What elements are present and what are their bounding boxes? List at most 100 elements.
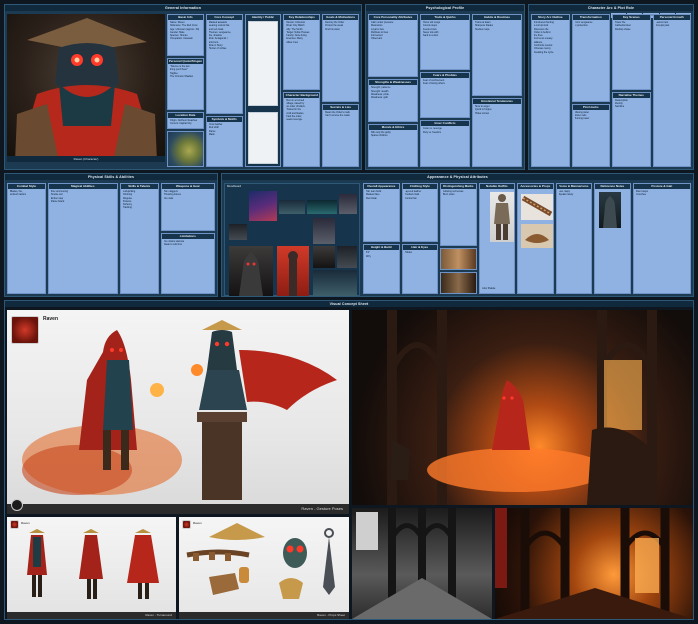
panel-title: Character Arc & Plot Role <box>529 5 693 11</box>
pouch-art <box>525 234 550 243</box>
basic-info-lines: Name: Raven Nickname: The Red Crow Age: … <box>170 21 200 41</box>
posture-card: Posture & Gait Silent steps Crouches <box>632 183 692 294</box>
goals-card: Goals & Motivations Destroy the Order Pr… <box>322 14 359 102</box>
moodboard-image <box>249 191 277 221</box>
cathedral-scene-art <box>387 310 657 505</box>
moodboard-image <box>229 224 247 240</box>
magical-abilities-card: Magical Abilities Fire summoning Smoke v… <box>47 183 118 294</box>
transformation-card: Transformation From vengeance to protect… <box>571 14 610 102</box>
gesture-art <box>22 320 337 500</box>
panel-title: Physical Skills & Abilities <box>5 174 217 180</box>
cathedral-fire-scene <box>352 310 693 505</box>
studio-logo-icon <box>11 499 23 511</box>
mood-tower-art <box>288 251 298 296</box>
background-card: Character Background Born in a burned vi… <box>283 91 321 167</box>
moodboard-title: Moodboard <box>227 184 242 188</box>
key-scenes-card: Key Scenes Tower fire Cathedral duel Roo… <box>612 14 651 90</box>
moodboard-image <box>337 246 357 268</box>
props-caption-bar: Raven - Props Sheet <box>179 612 349 619</box>
turnaround-art <box>27 529 159 599</box>
outfits-card: Notable Outfits Color Palette <box>478 183 516 294</box>
appearance-panel: Appearance & Physical Attributes Moodboa… <box>221 173 694 297</box>
warm-hall-scene <box>495 508 693 619</box>
identity-image-slot-top <box>247 21 279 106</box>
belt-art <box>521 195 553 217</box>
emotional-card: Emotional Tendencies Slow to anger Quick… <box>472 98 522 167</box>
story-arc-card: Story Arc Outline Introduced hunting a c… <box>531 14 570 167</box>
panel-title: General Information <box>5 5 361 11</box>
voice-mannerisms-card: Voice & Mannerisms Low, raspy Speaks rar… <box>555 183 593 294</box>
panel-title: Psychological Profile <box>366 5 524 11</box>
visual-concept-panel: Visual Concept Sheet Raven Raven - Gestu… <box>4 300 694 620</box>
portrait-illustration <box>15 18 157 162</box>
core-concept-card: Core Concept Masked assassin wearing con… <box>205 14 243 114</box>
notes-card: Personal Quote/Slogan "Silence is the la… <box>167 58 204 110</box>
secrets-card: Secrets & Lies Bears the Order's mark Ca… <box>322 103 359 167</box>
warm-hall-art <box>495 508 693 619</box>
mood-figure-art <box>239 252 263 296</box>
gesture-caption-bar: Raven - Gesture Poses <box>7 504 349 514</box>
combat-style-card: Combat Style Blades, fire, ambush tactic… <box>7 183 46 294</box>
accessories-card: Accessories & Props <box>517 183 554 294</box>
height-build-card: Height & Build 6'1" Wiry <box>363 244 400 294</box>
relationships-card: Key Relationships Mentor: Unknown Rival:… <box>283 14 321 90</box>
character-arc-panel: Character Arc & Plot Role Intro Act I Ac… <box>528 4 694 170</box>
moodboard-image <box>313 270 357 296</box>
morals-card: Morals & Ethics Kills only the guilty Sp… <box>368 124 418 167</box>
identity-card: Identity / Public Persona <box>244 14 282 167</box>
turnaround-caption: Raven - Turnaround <box>145 613 172 617</box>
color-swatch-strip <box>440 247 477 270</box>
gesture-poses-sheet: Raven Raven - Gesture Poses <box>7 310 349 514</box>
limitations-card: Limitations Fire drains stamina Weak to … <box>160 232 215 294</box>
plot-hooks-card: Plot Hooks Missing sister Stolen relic B… <box>571 103 610 167</box>
moodboard-image <box>339 194 357 214</box>
location-card: Location Data Origin: Northern Reaches C… <box>167 111 204 130</box>
strengths-card: Strengths & Weaknesses Strength: patienc… <box>368 79 418 123</box>
greyscale-hall-art <box>352 508 492 619</box>
character-portrait: Raven (Character) <box>7 14 165 162</box>
growth-card: Personal Growth Learns trust Accepts pas… <box>652 14 691 167</box>
values-card: Inner Conflicts Code vs. revenge Duty vs… <box>420 120 470 167</box>
turnaround-caption-bar: Raven - Turnaround <box>7 612 176 619</box>
fears-card: Fears & Phobias Fear of confinement Fear… <box>420 71 470 119</box>
distinguishing-marks-card: Distinguishing Marks Glowing red lenses … <box>440 183 477 246</box>
location-map <box>167 131 204 167</box>
basic-info-card: Basic Info Name: Raven Nickname: The Red… <box>167 14 204 57</box>
physical-skills-panel: Physical Skills & Abilities Combat Style… <box>4 173 218 297</box>
overall-appearance-card: Overall Appearance Tall, lean build Mask… <box>363 183 400 243</box>
themes-card: Narrative Themes Redemption Identity Sac… <box>612 91 651 167</box>
identity-image-slot-bottom <box>247 111 279 164</box>
habits-card: Habits & Routines Trains at dawn Sharpen… <box>472 14 522 97</box>
gesture-caption: Raven - Gesture Poses <box>301 506 343 511</box>
props-caption: Raven - Props Sheet <box>317 613 345 617</box>
panel-title: Visual Concept Sheet <box>5 301 693 307</box>
moodboard-image <box>313 246 335 268</box>
reference-image <box>599 192 622 228</box>
panel-title: Appearance & Physical Attributes <box>222 174 693 180</box>
props-art <box>186 523 335 599</box>
hair-eyes-card: Hair & Eyes Hidden <box>401 244 439 294</box>
props-sheet: Raven Raven - Props Sheet <box>179 517 349 619</box>
accessory-image-pouch <box>521 224 553 248</box>
outfit-figure-art <box>493 194 510 240</box>
outfit-reference-image <box>489 192 514 242</box>
portrait-caption: Raven (Character) <box>7 156 165 162</box>
moodboard-image <box>229 246 273 296</box>
clothing-card: Clothing Style Layered leather Hooded cl… <box>401 183 439 243</box>
psych-profile-panel: Psychological Profile Core Personality A… <box>365 4 525 170</box>
weapons-card: Weapons & Gear Twin daggers Throwing kni… <box>160 183 215 231</box>
texture-swatch-strip <box>440 271 477 294</box>
symbols-card: Symbols & Motifs Crow feather Red cloth … <box>205 116 243 167</box>
greyscale-hall-scene <box>352 508 492 619</box>
personality-card: Core Personality Attributes Calm under p… <box>368 14 418 78</box>
moodboard-image <box>307 200 337 214</box>
traits-card: Traits & Quirks Hums old songs Counts st… <box>420 14 470 70</box>
moodboard-image <box>277 246 309 296</box>
general-info-panel: General Information Raven (Character) Ba… <box>4 4 362 170</box>
reference-figure-art <box>603 196 618 228</box>
moodboard-image <box>313 218 335 244</box>
skills-talents-card: Skills & Talents Lockpicking Climbing Di… <box>119 183 159 294</box>
reference-notes-card: Reference Notes <box>594 183 631 294</box>
accessory-image-belt <box>521 194 553 220</box>
moodboard: Moodboard <box>224 183 360 296</box>
